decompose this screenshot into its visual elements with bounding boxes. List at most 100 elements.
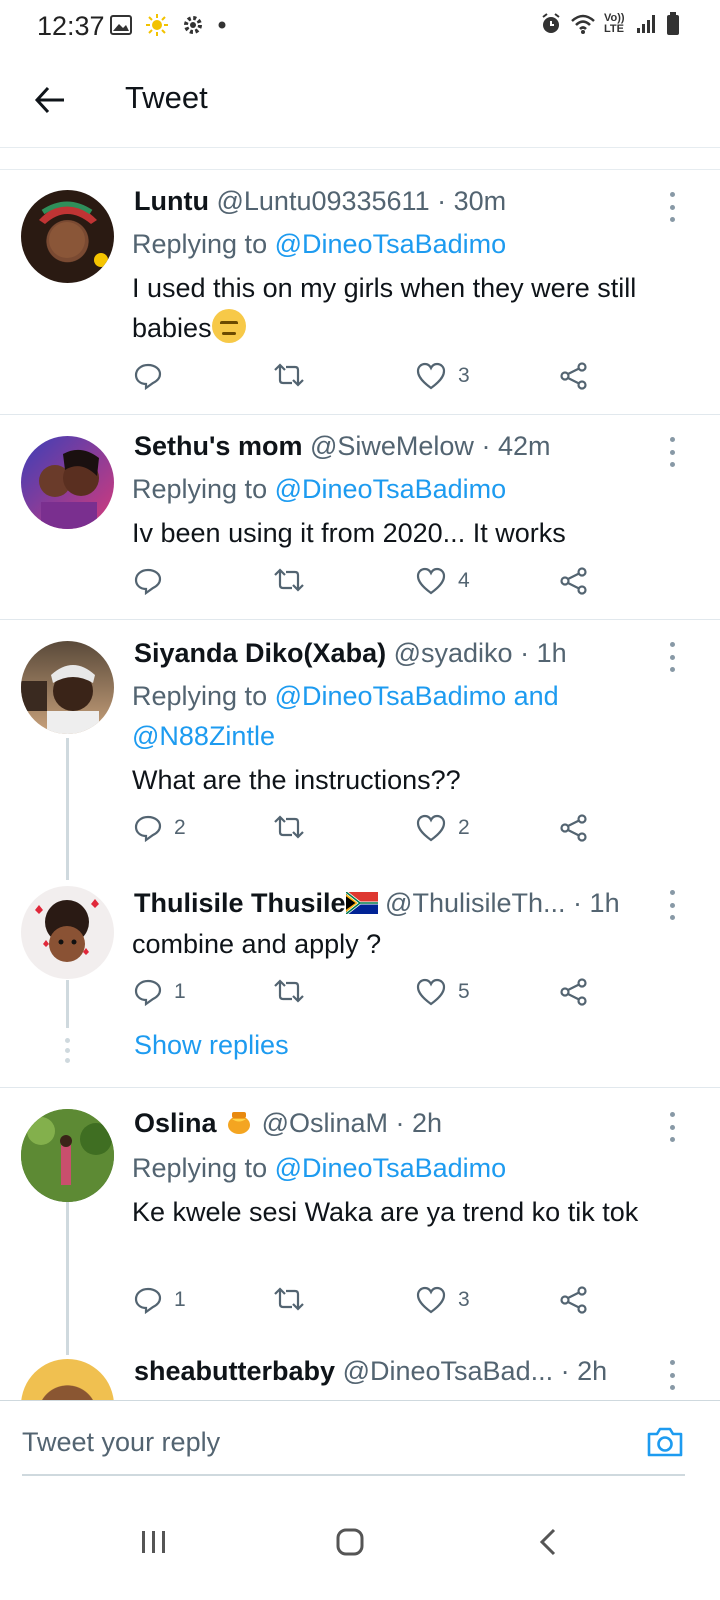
mention-link[interactable]: @DineoTsaBadimo — [275, 474, 507, 504]
avatar[interactable] — [21, 886, 114, 979]
replying-label: Replying to — [132, 474, 268, 504]
more-options-button[interactable] — [664, 642, 680, 672]
notification-dot-icon — [218, 21, 226, 29]
reply-count: 1 — [174, 1288, 186, 1311]
retweet-button[interactable] — [272, 567, 306, 593]
show-replies-link[interactable]: Show replies — [134, 1030, 289, 1061]
retweet-button[interactable] — [272, 362, 306, 388]
like-button[interactable]: 3 — [416, 362, 470, 390]
tweet-time: 2h — [412, 1108, 443, 1138]
like-button[interactable]: 4 — [416, 567, 470, 595]
tweet-actions: 2 2 — [134, 814, 604, 850]
tweet-actions: 1 3 — [134, 1286, 604, 1322]
avatar[interactable] — [21, 190, 114, 283]
system-nav-bar — [0, 1490, 720, 1600]
status-time: 12:37 — [37, 11, 105, 41]
like-count: 5 — [458, 980, 470, 1003]
share-icon — [560, 978, 587, 1006]
share-button[interactable] — [560, 978, 588, 1006]
like-button[interactable]: 2 — [416, 814, 470, 842]
heart-icon — [416, 567, 446, 595]
author-name[interactable]: Thulisile Thusile — [134, 888, 346, 918]
reply-input[interactable]: Tweet your reply — [22, 1427, 220, 1458]
share-button[interactable] — [560, 1286, 588, 1314]
author-handle[interactable]: @syadiko — [394, 638, 513, 668]
reply-count: 2 — [174, 816, 186, 839]
author-name[interactable]: Oslina — [134, 1108, 217, 1138]
author-handle[interactable]: @OslinaM — [262, 1108, 388, 1138]
more-options-button[interactable] — [664, 1360, 680, 1390]
share-button[interactable] — [560, 362, 588, 390]
more-options-button[interactable] — [664, 1112, 680, 1142]
more-options-button[interactable] — [664, 890, 680, 920]
author-handle[interactable]: @SiweMelow — [310, 431, 474, 461]
tweet[interactable]: Oslina @OslinaM · 2h Replying to @DineoT… — [0, 1088, 720, 1353]
retweet-button[interactable] — [272, 814, 306, 840]
tweet[interactable]: Thulisile Thusile @ThulisileTh... · 1h c… — [0, 880, 720, 1088]
tweet[interactable]: Luntu @Luntu09335611 · 30m Replying to @… — [0, 170, 720, 415]
author-name[interactable]: Luntu — [134, 186, 209, 216]
author-name[interactable]: Sethu's mom — [134, 431, 302, 461]
share-button[interactable] — [560, 814, 588, 842]
reply-count: 1 — [174, 980, 186, 1003]
replying-to: Replying to @DineoTsaBadimo — [132, 224, 506, 264]
reply-icon — [134, 815, 162, 842]
tweet-time: 1h — [589, 888, 620, 918]
retweet-button[interactable] — [272, 978, 306, 1004]
more-options-button[interactable] — [664, 192, 680, 222]
separator-dot: · — [437, 186, 447, 216]
thread-dots — [65, 1038, 70, 1063]
back-button[interactable] — [28, 78, 72, 122]
mention-link[interactable]: @DineoTsaBadimo — [275, 229, 507, 259]
separator-dot: · — [395, 1108, 405, 1138]
tweet[interactable]: Sethu's mom @SiweMelow · 42m Replying to… — [0, 415, 720, 620]
reply-button[interactable] — [134, 362, 174, 390]
like-button[interactable]: 3 — [416, 1286, 470, 1314]
reply-button[interactable]: 1 — [134, 1286, 186, 1314]
retweet-icon — [274, 568, 304, 592]
home-button[interactable] — [320, 1512, 380, 1572]
south-africa-flag-icon — [345, 892, 378, 914]
mention-link[interactable]: @DineoTsaBadimo — [275, 1153, 507, 1183]
recent-apps-button[interactable] — [124, 1512, 184, 1572]
page-title: Tweet — [125, 80, 208, 115]
author-handle[interactable]: @ThulisileTh... — [385, 888, 565, 918]
tweet-time: 2h — [577, 1356, 608, 1386]
avatar[interactable] — [21, 641, 114, 734]
gallery-icon — [110, 15, 132, 35]
camera-icon[interactable] — [646, 1426, 684, 1458]
retweet-icon — [274, 815, 304, 839]
replying-label: Replying to — [132, 681, 268, 711]
mention-link[interactable]: @N88Zintle — [132, 721, 275, 751]
home-icon — [336, 1528, 364, 1556]
author-handle[interactable]: @Luntu09335611 — [216, 186, 429, 216]
author-name[interactable]: sheabutterbaby — [134, 1356, 335, 1386]
reply-button[interactable]: 2 — [134, 814, 186, 842]
reply-icon — [134, 1287, 162, 1314]
avatar[interactable] — [21, 1359, 114, 1400]
tweet[interactable]: Siyanda Diko(Xaba) @syadiko · 1h Replyin… — [0, 620, 720, 880]
avatar[interactable] — [21, 436, 114, 529]
tweet[interactable]: sheabutterbaby @DineoTsaBad... · 2h — [0, 1353, 720, 1400]
author-name[interactable]: Siyanda Diko(Xaba) — [134, 638, 386, 668]
tweet-text: What are the instructions?? — [132, 765, 461, 795]
share-icon — [560, 1286, 587, 1314]
reply-button[interactable] — [134, 567, 174, 595]
avatar[interactable] — [21, 1109, 114, 1202]
more-options-button[interactable] — [664, 437, 680, 467]
share-button[interactable] — [560, 567, 588, 595]
author-handle[interactable]: @DineoTsaBad... — [343, 1356, 554, 1386]
battery-icon — [667, 12, 679, 35]
heart-icon — [416, 1286, 446, 1314]
like-count: 2 — [458, 816, 470, 839]
reply-composer[interactable]: Tweet your reply — [0, 1400, 720, 1482]
status-bar: 12:37 Vo)) LTE — [0, 0, 720, 52]
like-count: 4 — [458, 569, 470, 592]
like-button[interactable]: 5 — [416, 978, 470, 1006]
reply-button[interactable]: 1 — [134, 978, 186, 1006]
mention-link[interactable]: @DineoTsaBadimo and — [275, 681, 559, 711]
retweet-icon — [274, 363, 304, 387]
tweet-time: 1h — [536, 638, 567, 668]
retweet-button[interactable] — [272, 1286, 306, 1312]
back-nav-button[interactable] — [518, 1512, 578, 1572]
